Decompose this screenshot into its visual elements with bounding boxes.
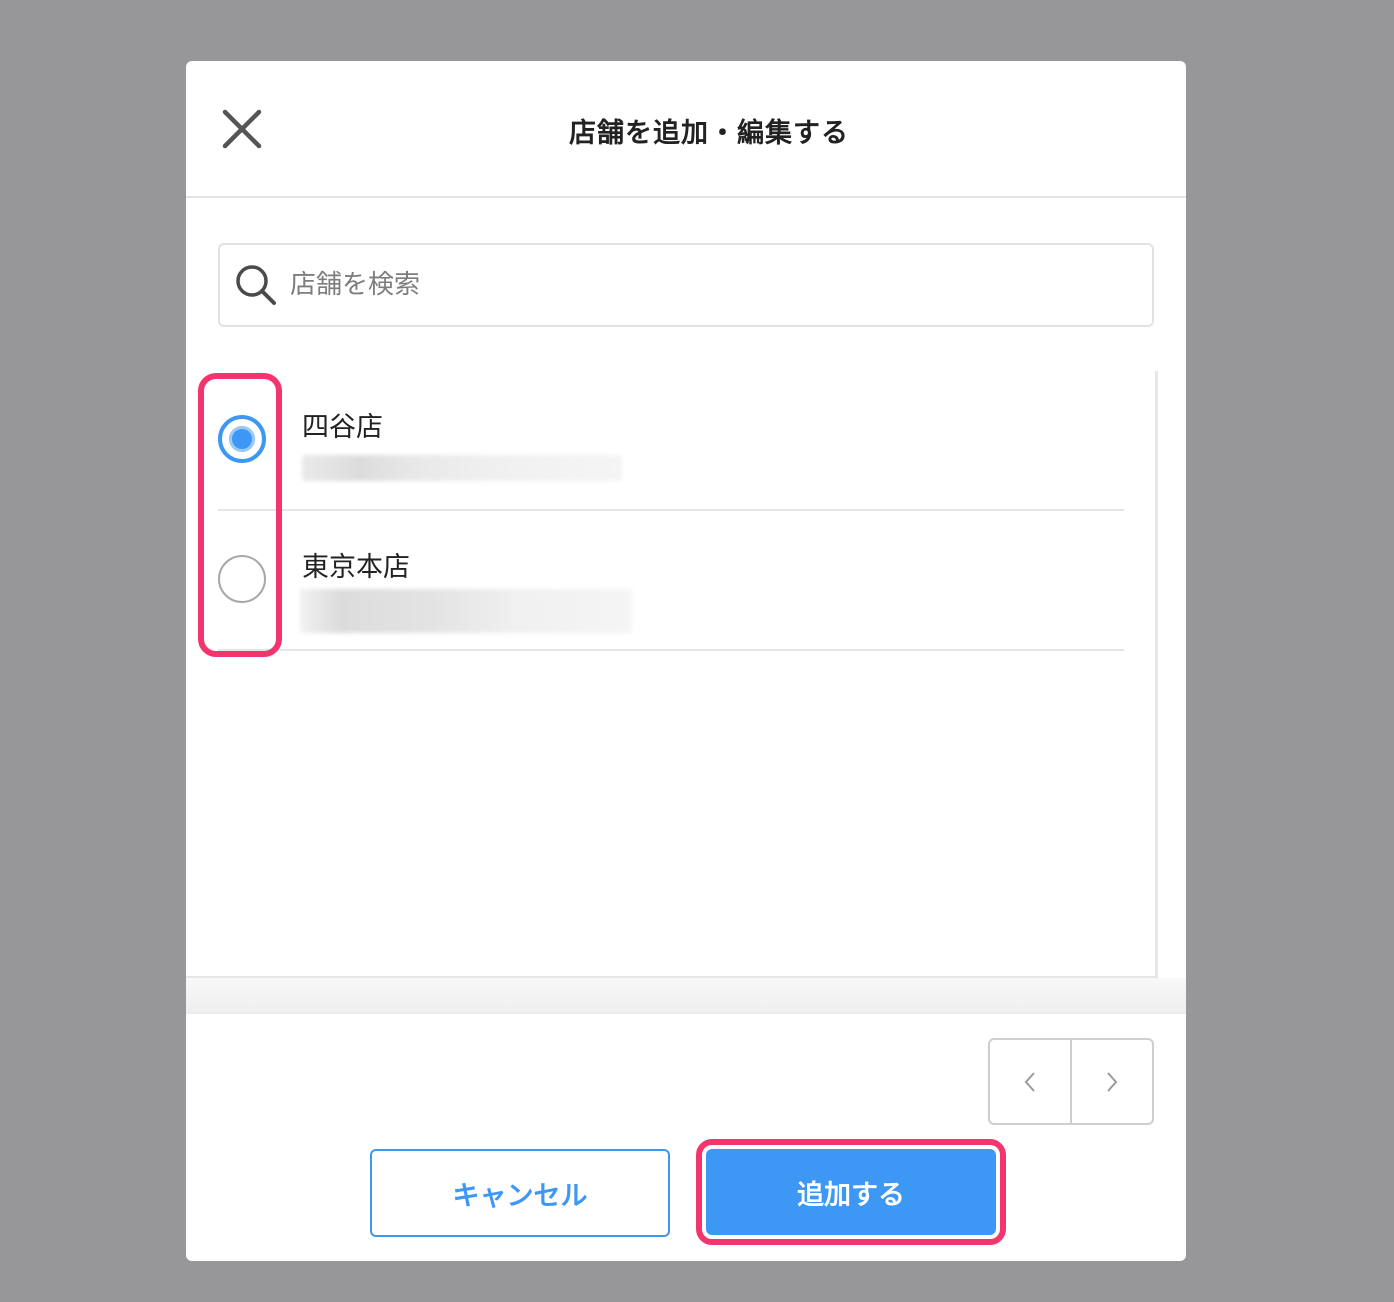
list-item-store-tokyo-main[interactable]: 東京本店 <box>218 511 1124 651</box>
chevron-right-icon <box>1107 1071 1118 1092</box>
modal-header: 店舗を追加・編集する <box>186 61 1186 198</box>
blurred-store-detail <box>300 589 632 633</box>
blurred-store-detail <box>302 455 622 481</box>
radio-selected[interactable] <box>218 415 266 463</box>
chevron-left-icon <box>1024 1071 1035 1092</box>
pagination <box>988 1038 1154 1125</box>
store-name: 四谷店 <box>302 412 383 443</box>
add-edit-store-modal: 店舗を追加・編集する 四谷店 東京本店 <box>186 61 1186 1261</box>
divider <box>218 649 1124 651</box>
search-icon <box>236 265 276 305</box>
next-page-button[interactable] <box>1072 1040 1152 1123</box>
cancel-button[interactable]: キャンセル <box>370 1149 670 1237</box>
search-input[interactable] <box>290 259 1130 311</box>
modal-title: 店舗を追加・編集する <box>569 118 849 149</box>
list-footer-shadow <box>186 978 1186 1014</box>
store-list: 四谷店 東京本店 <box>186 371 1158 978</box>
add-button[interactable]: 追加する <box>706 1149 996 1235</box>
prev-page-button[interactable] <box>990 1040 1072 1123</box>
store-name: 東京本店 <box>302 552 410 583</box>
search-box[interactable] <box>218 243 1154 327</box>
radio-unselected[interactable] <box>218 555 266 603</box>
list-item-store-yotsuya[interactable]: 四谷店 <box>218 371 1124 511</box>
